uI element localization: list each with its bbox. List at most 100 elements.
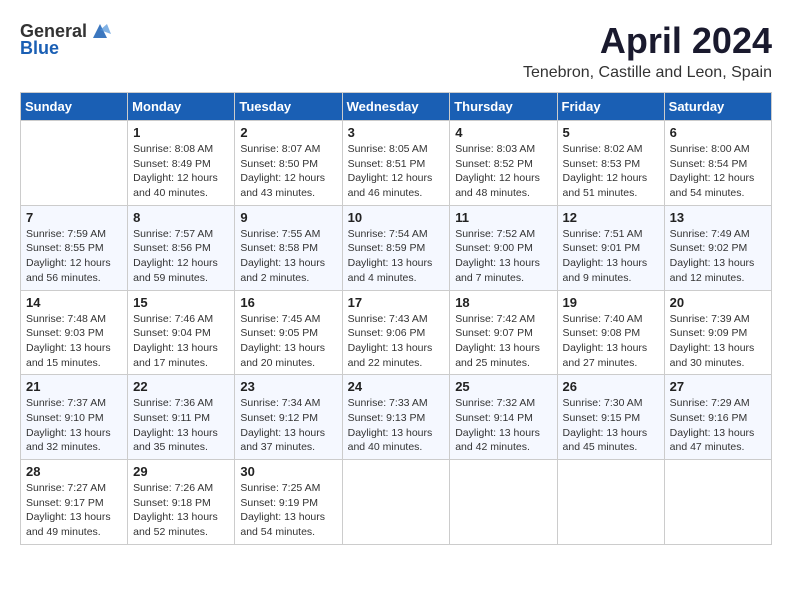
day-number: 10 xyxy=(348,210,445,225)
weekday-header-row: SundayMondayTuesdayWednesdayThursdayFrid… xyxy=(21,93,772,121)
calendar-week-row: 14 Sunrise: 7:48 AM Sunset: 9:03 PM Dayli… xyxy=(21,290,772,375)
day-info: Sunrise: 7:32 AM Sunset: 9:14 PM Dayligh… xyxy=(455,396,551,455)
day-number: 9 xyxy=(240,210,336,225)
day-info: Sunrise: 7:27 AM Sunset: 9:17 PM Dayligh… xyxy=(26,481,122,540)
day-number: 8 xyxy=(133,210,229,225)
calendar-table: SundayMondayTuesdayWednesdayThursdayFrid… xyxy=(20,92,772,545)
day-info: Sunrise: 7:37 AM Sunset: 9:10 PM Dayligh… xyxy=(26,396,122,455)
day-info: Sunrise: 7:36 AM Sunset: 9:11 PM Dayligh… xyxy=(133,396,229,455)
day-info: Sunrise: 8:07 AM Sunset: 8:50 PM Dayligh… xyxy=(240,142,336,201)
weekday-header-sunday: Sunday xyxy=(21,93,128,121)
day-number: 27 xyxy=(670,379,766,394)
calendar-cell xyxy=(342,460,450,545)
calendar-cell: 14 Sunrise: 7:48 AM Sunset: 9:03 PM Dayli… xyxy=(21,290,128,375)
day-info: Sunrise: 7:46 AM Sunset: 9:04 PM Dayligh… xyxy=(133,312,229,371)
title-section: April 2024 Tenebron, Castille and Leon, … xyxy=(523,20,772,82)
day-info: Sunrise: 7:25 AM Sunset: 9:19 PM Dayligh… xyxy=(240,481,336,540)
day-number: 21 xyxy=(26,379,122,394)
day-info: Sunrise: 7:57 AM Sunset: 8:56 PM Dayligh… xyxy=(133,227,229,286)
day-info: Sunrise: 8:03 AM Sunset: 8:52 PM Dayligh… xyxy=(455,142,551,201)
day-number: 17 xyxy=(348,295,445,310)
day-number: 11 xyxy=(455,210,551,225)
calendar-week-row: 21 Sunrise: 7:37 AM Sunset: 9:10 PM Dayli… xyxy=(21,375,772,460)
day-info: Sunrise: 7:26 AM Sunset: 9:18 PM Dayligh… xyxy=(133,481,229,540)
day-number: 14 xyxy=(26,295,122,310)
weekday-header-monday: Monday xyxy=(128,93,235,121)
calendar-week-row: 28 Sunrise: 7:27 AM Sunset: 9:17 PM Dayli… xyxy=(21,460,772,545)
page-header: General Blue April 2024 Tenebron, Castil… xyxy=(20,20,772,82)
calendar-cell: 7Sunrise: 7:59 AM Sunset: 8:55 PM Daylig… xyxy=(21,205,128,290)
calendar-cell: 15 Sunrise: 7:46 AM Sunset: 9:04 PM Dayli… xyxy=(128,290,235,375)
day-number: 30 xyxy=(240,464,336,479)
calendar-cell xyxy=(557,460,664,545)
calendar-cell: 3 Sunrise: 8:05 AM Sunset: 8:51 PM Daylig… xyxy=(342,121,450,206)
logo-blue-text: Blue xyxy=(20,38,59,59)
calendar-cell: 19Sunrise: 7:40 AM Sunset: 9:08 PM Dayli… xyxy=(557,290,664,375)
calendar-cell: 24Sunrise: 7:33 AM Sunset: 9:13 PM Dayli… xyxy=(342,375,450,460)
calendar-cell xyxy=(450,460,557,545)
month-title: April 2024 xyxy=(523,20,772,62)
calendar-cell: 5 Sunrise: 8:02 AM Sunset: 8:53 PM Daylig… xyxy=(557,121,664,206)
day-number: 23 xyxy=(240,379,336,394)
day-number: 25 xyxy=(455,379,551,394)
day-info: Sunrise: 8:02 AM Sunset: 8:53 PM Dayligh… xyxy=(563,142,659,201)
calendar-cell: 18 Sunrise: 7:42 AM Sunset: 9:07 PM Dayli… xyxy=(450,290,557,375)
calendar-cell: 16Sunrise: 7:45 AM Sunset: 9:05 PM Dayli… xyxy=(235,290,342,375)
day-number: 2 xyxy=(240,125,336,140)
calendar-cell: 21 Sunrise: 7:37 AM Sunset: 9:10 PM Dayli… xyxy=(21,375,128,460)
calendar-cell: 9 Sunrise: 7:55 AM Sunset: 8:58 PM Daylig… xyxy=(235,205,342,290)
logo: General Blue xyxy=(20,20,111,59)
calendar-cell: 25 Sunrise: 7:32 AM Sunset: 9:14 PM Dayli… xyxy=(450,375,557,460)
day-info: Sunrise: 7:54 AM Sunset: 8:59 PM Dayligh… xyxy=(348,227,445,286)
day-info: Sunrise: 7:30 AM Sunset: 9:15 PM Dayligh… xyxy=(563,396,659,455)
calendar-cell: 27 Sunrise: 7:29 AM Sunset: 9:16 PM Dayli… xyxy=(664,375,771,460)
day-number: 18 xyxy=(455,295,551,310)
day-number: 6 xyxy=(670,125,766,140)
day-number: 3 xyxy=(348,125,445,140)
calendar-cell: 1 Sunrise: 8:08 AM Sunset: 8:49 PM Daylig… xyxy=(128,121,235,206)
day-number: 12 xyxy=(563,210,659,225)
location-title: Tenebron, Castille and Leon, Spain xyxy=(523,64,772,82)
calendar-cell: 12 Sunrise: 7:51 AM Sunset: 9:01 PM Dayli… xyxy=(557,205,664,290)
calendar-cell: 4 Sunrise: 8:03 AM Sunset: 8:52 PM Daylig… xyxy=(450,121,557,206)
calendar-cell: 29 Sunrise: 7:26 AM Sunset: 9:18 PM Dayli… xyxy=(128,460,235,545)
day-number: 22 xyxy=(133,379,229,394)
day-info: Sunrise: 7:52 AM Sunset: 9:00 PM Dayligh… xyxy=(455,227,551,286)
calendar-cell: 30 Sunrise: 7:25 AM Sunset: 9:19 PM Dayli… xyxy=(235,460,342,545)
day-info: Sunrise: 7:45 AM Sunset: 9:05 PM Dayligh… xyxy=(240,312,336,371)
calendar-cell: 11 Sunrise: 7:52 AM Sunset: 9:00 PM Dayli… xyxy=(450,205,557,290)
weekday-header-tuesday: Tuesday xyxy=(235,93,342,121)
calendar-cell xyxy=(21,121,128,206)
day-number: 26 xyxy=(563,379,659,394)
day-info: Sunrise: 7:39 AM Sunset: 9:09 PM Dayligh… xyxy=(670,312,766,371)
day-info: Sunrise: 7:59 AM Sunset: 8:55 PM Dayligh… xyxy=(26,227,122,286)
calendar-cell xyxy=(664,460,771,545)
day-info: Sunrise: 7:48 AM Sunset: 9:03 PM Dayligh… xyxy=(26,312,122,371)
day-number: 15 xyxy=(133,295,229,310)
day-number: 13 xyxy=(670,210,766,225)
day-info: Sunrise: 7:42 AM Sunset: 9:07 PM Dayligh… xyxy=(455,312,551,371)
day-info: Sunrise: 7:29 AM Sunset: 9:16 PM Dayligh… xyxy=(670,396,766,455)
day-info: Sunrise: 7:51 AM Sunset: 9:01 PM Dayligh… xyxy=(563,227,659,286)
calendar-cell: 13 Sunrise: 7:49 AM Sunset: 9:02 PM Dayli… xyxy=(664,205,771,290)
calendar-cell: 8 Sunrise: 7:57 AM Sunset: 8:56 PM Daylig… xyxy=(128,205,235,290)
logo-icon xyxy=(89,20,111,42)
day-number: 29 xyxy=(133,464,229,479)
weekday-header-friday: Friday xyxy=(557,93,664,121)
day-number: 4 xyxy=(455,125,551,140)
day-info: Sunrise: 7:33 AM Sunset: 9:13 PM Dayligh… xyxy=(348,396,445,455)
day-info: Sunrise: 8:08 AM Sunset: 8:49 PM Dayligh… xyxy=(133,142,229,201)
day-number: 5 xyxy=(563,125,659,140)
day-info: Sunrise: 7:55 AM Sunset: 8:58 PM Dayligh… xyxy=(240,227,336,286)
calendar-cell: 28 Sunrise: 7:27 AM Sunset: 9:17 PM Dayli… xyxy=(21,460,128,545)
day-info: Sunrise: 7:40 AM Sunset: 9:08 PM Dayligh… xyxy=(563,312,659,371)
calendar-cell: 2 Sunrise: 8:07 AM Sunset: 8:50 PM Daylig… xyxy=(235,121,342,206)
day-info: Sunrise: 8:05 AM Sunset: 8:51 PM Dayligh… xyxy=(348,142,445,201)
calendar-cell: 10 Sunrise: 7:54 AM Sunset: 8:59 PM Dayli… xyxy=(342,205,450,290)
day-number: 1 xyxy=(133,125,229,140)
calendar-week-row: 1 Sunrise: 8:08 AM Sunset: 8:49 PM Daylig… xyxy=(21,121,772,206)
calendar-cell: 6Sunrise: 8:00 AM Sunset: 8:54 PM Daylig… xyxy=(664,121,771,206)
calendar-cell: 20Sunrise: 7:39 AM Sunset: 9:09 PM Dayli… xyxy=(664,290,771,375)
day-info: Sunrise: 7:49 AM Sunset: 9:02 PM Dayligh… xyxy=(670,227,766,286)
day-number: 28 xyxy=(26,464,122,479)
